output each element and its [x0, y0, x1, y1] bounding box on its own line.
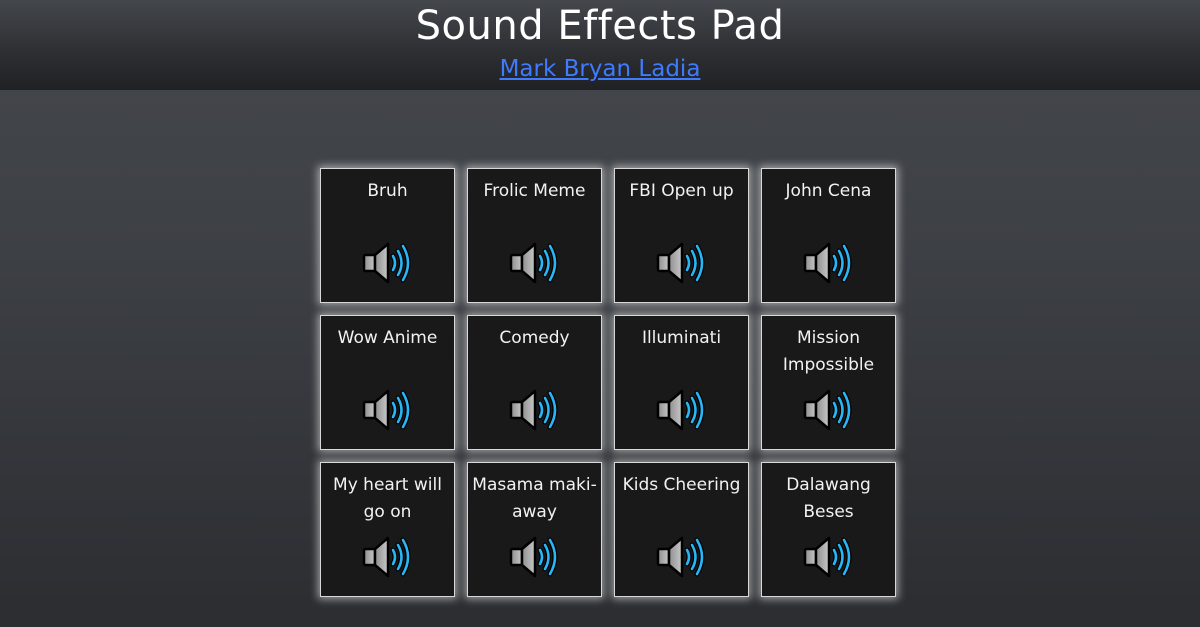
pad-label: Kids Cheering [622, 475, 741, 495]
speaker-icon [656, 387, 706, 433]
speaker-icon [362, 534, 412, 580]
sound-pad-fbi-open-up[interactable]: FBI Open up [614, 168, 749, 303]
sound-pad-illuminati[interactable]: Illuminati [614, 315, 749, 450]
pad-label: My heart will go on [333, 475, 442, 522]
sound-pad-john-cena[interactable]: John Cena [761, 168, 896, 303]
speaker-icon [656, 534, 706, 580]
pad-label: Masama maki-away [472, 475, 597, 522]
sound-pad-mission-impossible[interactable]: Mission Impossible [761, 315, 896, 450]
pad-label: Wow Anime [337, 328, 438, 348]
pad-label: John Cena [785, 181, 872, 201]
speaker-icon [362, 387, 412, 433]
sound-pad-comedy[interactable]: Comedy [467, 315, 602, 450]
speaker-icon [509, 534, 559, 580]
pad-label: Mission Impossible [782, 328, 875, 375]
sound-pad-my-heart-will-go-on[interactable]: My heart will go on [320, 462, 455, 597]
speaker-icon [362, 240, 412, 286]
pad-label: Dalawang Beses [786, 475, 871, 522]
sound-pad-bruh[interactable]: Bruh [320, 168, 455, 303]
pad-label: Illuminati [641, 328, 722, 348]
sound-pad-kids-cheering[interactable]: Kids Cheering [614, 462, 749, 597]
speaker-icon [803, 534, 853, 580]
speaker-icon [509, 240, 559, 286]
page-title: Sound Effects Pad [415, 3, 785, 49]
speaker-icon [509, 387, 559, 433]
pad-label: Frolic Meme [483, 181, 586, 201]
speaker-icon [803, 240, 853, 286]
author-link[interactable]: Mark Bryan Ladia [500, 55, 701, 83]
sound-pad-grid: Bruh Frolic Meme FBI Open up John Cena W… [320, 168, 896, 597]
pad-label: Comedy [499, 328, 570, 348]
sound-pad-masama-maki-away[interactable]: Masama maki-away [467, 462, 602, 597]
speaker-icon [803, 387, 853, 433]
page-header: Sound Effects Pad Mark Bryan Ladia [0, 0, 1200, 90]
pad-label: FBI Open up [629, 181, 734, 201]
sound-pad-frolic-meme[interactable]: Frolic Meme [467, 168, 602, 303]
sound-pad-dalawang-beses[interactable]: Dalawang Beses [761, 462, 896, 597]
speaker-icon [656, 240, 706, 286]
sound-pad-wow-anime[interactable]: Wow Anime [320, 315, 455, 450]
pad-label: Bruh [367, 181, 408, 201]
